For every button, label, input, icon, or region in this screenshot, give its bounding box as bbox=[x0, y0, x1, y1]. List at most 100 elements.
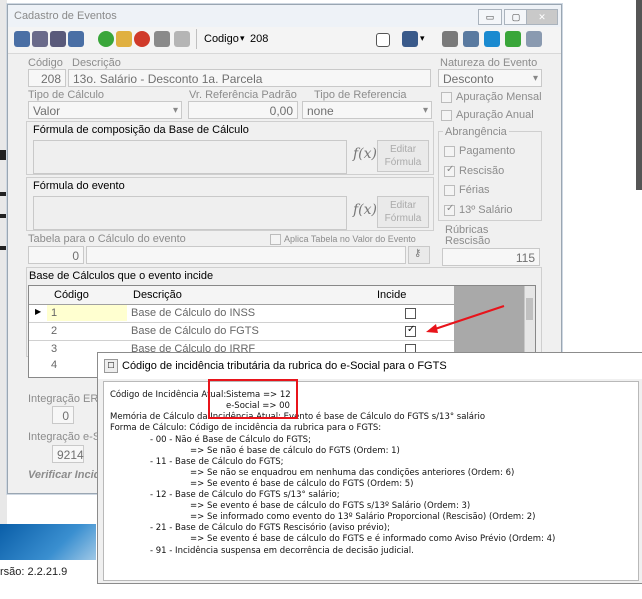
ferias-checkbox[interactable] bbox=[444, 185, 455, 196]
edge-mark bbox=[0, 246, 6, 250]
edit-icon[interactable] bbox=[116, 31, 132, 47]
copy-icon[interactable] bbox=[463, 31, 479, 47]
rubricas-rescisao-label: Rescisão bbox=[445, 235, 491, 247]
dialog-app-icon: ☐ bbox=[104, 359, 118, 373]
codigo-label: Código bbox=[28, 57, 63, 69]
tabela-codigo-field[interactable]: 0 bbox=[28, 246, 84, 264]
rescisao-checkbox[interactable] bbox=[444, 164, 455, 177]
dialog-title: Código de incidência tributária da rubri… bbox=[122, 360, 447, 372]
column-header-codigo[interactable]: Código bbox=[54, 289, 89, 301]
editar-formula-evento-button[interactable]: Editar Fórmula bbox=[377, 196, 429, 228]
edge-mark bbox=[0, 214, 6, 218]
formula-evento-label: Fórmula do evento bbox=[33, 180, 125, 192]
close-button[interactable]: ✕ bbox=[526, 9, 558, 25]
vr-referencia-label: Vr. Referência Padrão bbox=[189, 89, 297, 101]
dialog-line: - 00 - Não é Base de Cálculo do FGTS; bbox=[150, 435, 311, 445]
dialog-line: - 11 - Base de Cálculo do FGTS; bbox=[150, 457, 284, 467]
row-codigo: 3 bbox=[51, 343, 58, 355]
formula-evento-editor[interactable] bbox=[33, 196, 347, 230]
last-icon[interactable] bbox=[68, 31, 84, 47]
incide-checkbox[interactable] bbox=[405, 308, 416, 319]
apuracao-anual-label: Apuração Anual bbox=[456, 109, 534, 121]
tipo-referencia-label: Tipo de Referencia bbox=[314, 89, 407, 101]
formula-base-group: Fórmula de composição da Base de Cálculo… bbox=[26, 121, 434, 175]
editar-label: Editar bbox=[389, 200, 417, 211]
codigo-dropdown-label[interactable]: Codigo bbox=[204, 33, 239, 45]
codigo-field[interactable]: 208 bbox=[28, 69, 66, 87]
integracao-esocial-field[interactable]: 9214 bbox=[52, 445, 84, 463]
chevron-down-icon[interactable]: ▾ bbox=[420, 33, 425, 44]
highlight-arrow bbox=[426, 305, 505, 333]
apuracao-anual-checkbox[interactable] bbox=[441, 110, 452, 121]
dialog-line: => Se não é base de cálculo do FGTS (Ord… bbox=[190, 446, 400, 456]
undo-icon[interactable] bbox=[174, 31, 190, 47]
table-row[interactable]: ▶ 1 Base de Cálculo do INSS bbox=[29, 305, 454, 323]
tipo-referencia-select[interactable]: none bbox=[302, 101, 432, 120]
descricao-field[interactable]: 13o. Salário - Desconto 1a. Parcela bbox=[68, 69, 431, 87]
grid-scrollbar[interactable] bbox=[524, 286, 535, 358]
abrangencia-label: Abrangência bbox=[443, 126, 509, 138]
prev-icon[interactable] bbox=[32, 31, 48, 47]
integracao-esocial-label: Integração e-S bbox=[28, 431, 101, 443]
apuracao-mensal-label: Apuração Mensal bbox=[456, 91, 542, 103]
table-row[interactable]: 2 Base de Cálculo do FGTS ✓ bbox=[29, 323, 454, 341]
dialog-line: - 91 - Incidência suspensa em decorrênci… bbox=[150, 546, 414, 556]
next-icon[interactable] bbox=[50, 31, 66, 47]
table-row[interactable]: 4 bbox=[28, 357, 100, 378]
apuracao-mensal-checkbox[interactable] bbox=[441, 92, 452, 103]
add-icon[interactable] bbox=[98, 31, 114, 47]
rubricas-rescisao-field[interactable]: 115 bbox=[442, 248, 540, 266]
version-label: rsão: 2.2.21.9 bbox=[0, 566, 68, 578]
formula-label: Fórmula bbox=[384, 213, 422, 224]
integracao-er-field[interactable]: 0 bbox=[52, 406, 74, 424]
aplica-tabela-checkbox[interactable] bbox=[270, 234, 281, 245]
first-icon[interactable] bbox=[14, 31, 30, 47]
person-icon[interactable] bbox=[505, 31, 521, 47]
window-titlebar[interactable]: Cadastro de Eventos ▭ ▢ ✕ bbox=[8, 5, 561, 27]
column-header-descricao[interactable]: Descrição bbox=[133, 289, 182, 301]
window-title: Cadastro de Eventos bbox=[14, 10, 117, 22]
dialog-line: => Se evento é base de cálculo do FGTS e… bbox=[190, 534, 556, 544]
integracao-er-label: Integração ER bbox=[28, 393, 99, 405]
maximize-button[interactable]: ▢ bbox=[504, 9, 528, 25]
tipo-calculo-select[interactable]: Valor bbox=[28, 101, 182, 120]
key-icon: ⚷ bbox=[414, 248, 422, 259]
dialog-line: => Se evento é base de cálculo do FGTS s… bbox=[190, 501, 471, 511]
pagamento-label: Pagamento bbox=[459, 145, 516, 157]
vr-referencia-field[interactable]: 0,00 bbox=[188, 101, 298, 119]
formula-base-editor[interactable] bbox=[33, 140, 347, 174]
dialog-line: - 21 - Base de Cálculo do FGTS Rescisóri… bbox=[150, 523, 390, 533]
verificar-incidencia-link[interactable]: Verificar Incid bbox=[28, 469, 100, 481]
binoculars-icon[interactable] bbox=[402, 31, 418, 47]
column-header-incide[interactable]: Incide bbox=[377, 289, 406, 301]
dialog-titlebar[interactable]: ☐ Código de incidência tributária da rub… bbox=[98, 353, 642, 379]
selected-cell[interactable] bbox=[47, 305, 127, 321]
natureza-select[interactable]: Desconto bbox=[438, 69, 542, 88]
cancel-icon[interactable] bbox=[134, 31, 150, 47]
checkbox-icon[interactable] bbox=[376, 33, 390, 47]
codigo-search-input[interactable]: 208 bbox=[250, 33, 268, 45]
tabela-descricao-field[interactable] bbox=[86, 246, 406, 264]
grid-scroll-thumb[interactable] bbox=[526, 298, 533, 320]
minimize-button[interactable]: ▭ bbox=[478, 9, 502, 25]
dialog-content: Código de Incidência Atual: Sistema => 1… bbox=[103, 381, 639, 581]
chevron-down-icon[interactable]: ▾ bbox=[240, 33, 245, 44]
dialog-line: => Se informado como evento do 13º Salár… bbox=[190, 512, 536, 522]
dialog-line: => Se evento é base de cálculo do FGTS (… bbox=[190, 479, 414, 489]
background-window-edge bbox=[0, 0, 7, 530]
row-descricao: Base de Cálculo do INSS bbox=[131, 307, 256, 319]
tabela-label: Tabela para o Cálculo do evento bbox=[28, 233, 186, 245]
pagamento-checkbox[interactable] bbox=[444, 146, 455, 157]
arrow-head bbox=[426, 324, 438, 333]
highlight-box bbox=[208, 379, 298, 419]
decimo-terceiro-checkbox[interactable] bbox=[444, 203, 455, 216]
edge-mark bbox=[0, 150, 6, 160]
save-icon[interactable] bbox=[154, 31, 170, 47]
toolbar-separator bbox=[196, 29, 197, 49]
editar-formula-base-button[interactable]: Editar Fórmula bbox=[377, 140, 429, 172]
tabela-lookup-button[interactable]: ⚷ bbox=[408, 246, 430, 264]
incide-checkbox-checked[interactable]: ✓ bbox=[405, 324, 416, 337]
calculator-icon[interactable] bbox=[442, 31, 458, 47]
refresh-icon[interactable] bbox=[484, 31, 500, 47]
document-icon[interactable] bbox=[526, 31, 542, 47]
